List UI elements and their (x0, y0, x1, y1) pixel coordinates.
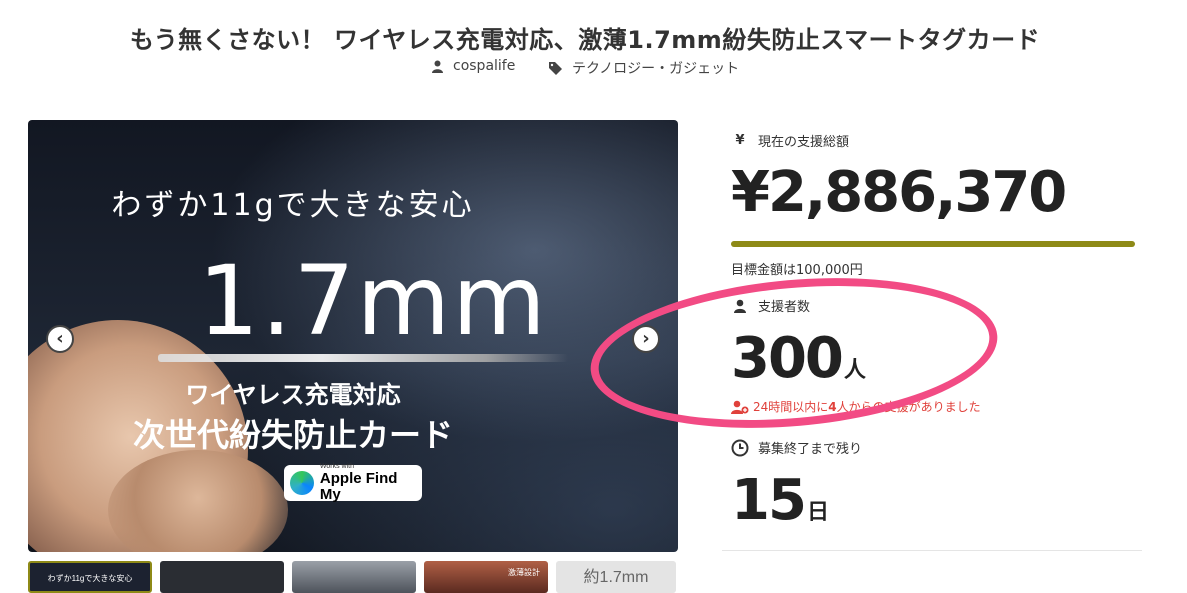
tag-icon (549, 61, 562, 75)
recent-prefix: 24時間以内に (753, 400, 829, 414)
project-meta: cospalife テクノロジー・ガジェット (0, 58, 1170, 80)
remaining-days: 15日 (731, 468, 829, 546)
user-plus-icon (731, 400, 749, 414)
find-my-badge: Works with Apple Find My (284, 463, 422, 503)
remaining-value: 15 (731, 468, 807, 533)
supporters-value: 300 (731, 326, 844, 391)
thumbnail-label: 激薄設計 (508, 568, 540, 577)
category-name: テクノロジー・ガジェット (572, 61, 740, 77)
hero-caption-thickness: 1.7mm (198, 245, 548, 357)
supporters-unit: 人 (843, 358, 866, 383)
supporters-count: 300人 (731, 326, 866, 404)
thumbnail-1[interactable]: わずか11gで大きな安心 (28, 561, 152, 593)
thumbnail-3[interactable] (292, 561, 416, 593)
section-divider (722, 550, 1142, 551)
category-link[interactable]: テクノロジー・ガジェット (549, 58, 739, 78)
remaining-label: 募集終了まで残り (728, 438, 862, 457)
carousel-prev-button[interactable]: ‹ (46, 325, 74, 353)
badge-big-text: Apple Find My (319, 470, 398, 503)
funding-progress-fill (731, 241, 1135, 247)
user-icon (432, 60, 443, 73)
remaining-unit: 日 (806, 500, 829, 525)
remaining-label-text: 募集終了まで残り (758, 442, 863, 457)
hero-caption-wireless: ワイヤレス充電対応 (185, 381, 401, 409)
total-label: ¥ 現在の支援総額 (728, 131, 849, 150)
recent-suffix: 人からの支援がありました (836, 400, 981, 414)
supporters-label-text: 支援者数 (758, 300, 811, 315)
funding-progress-bar (731, 241, 1135, 247)
goal-amount: 目標金額は100,000円 (731, 263, 863, 278)
find-my-icon (290, 471, 314, 495)
recent-support-notice: 24時間以内に 4 人からの支援がありました (731, 398, 981, 415)
page-title: もう無くさない！ ワイヤレス充電対応、激薄1.7mm紛失防止スマートタグカード (129, 26, 1041, 55)
thumbnail-label: わずか11gで大きな安心 (47, 574, 133, 583)
author-name: cospalife (453, 58, 516, 74)
carousel-next-button[interactable]: › (632, 325, 660, 353)
total-label-text: 現在の支援総額 (758, 135, 850, 150)
author-link[interactable]: cospalife (432, 58, 515, 74)
user-icon (728, 299, 752, 313)
supporters-label: 支援者数 (728, 296, 810, 315)
thumbnail-label: 約1.7mm (583, 569, 649, 586)
thumbnail-5[interactable]: 約1.7mm (556, 561, 676, 593)
main-image-carousel[interactable]: わずか11gで大きな安心 1.7mm ワイヤレス充電対応 次世代紛失防止カード … (28, 120, 678, 552)
hero-caption-product: 次世代紛失防止カード (132, 416, 453, 454)
total-amount: ¥2,886,370 (731, 160, 1067, 225)
yen-icon: ¥ (735, 133, 745, 148)
clock-icon (728, 439, 752, 457)
thumbnail-4[interactable]: 激薄設計 (424, 561, 548, 593)
thumbnail-2[interactable] (160, 561, 284, 593)
hero-caption-weight: わずか11gで大きな安心 (111, 188, 475, 223)
recent-count: 4 (828, 399, 837, 414)
